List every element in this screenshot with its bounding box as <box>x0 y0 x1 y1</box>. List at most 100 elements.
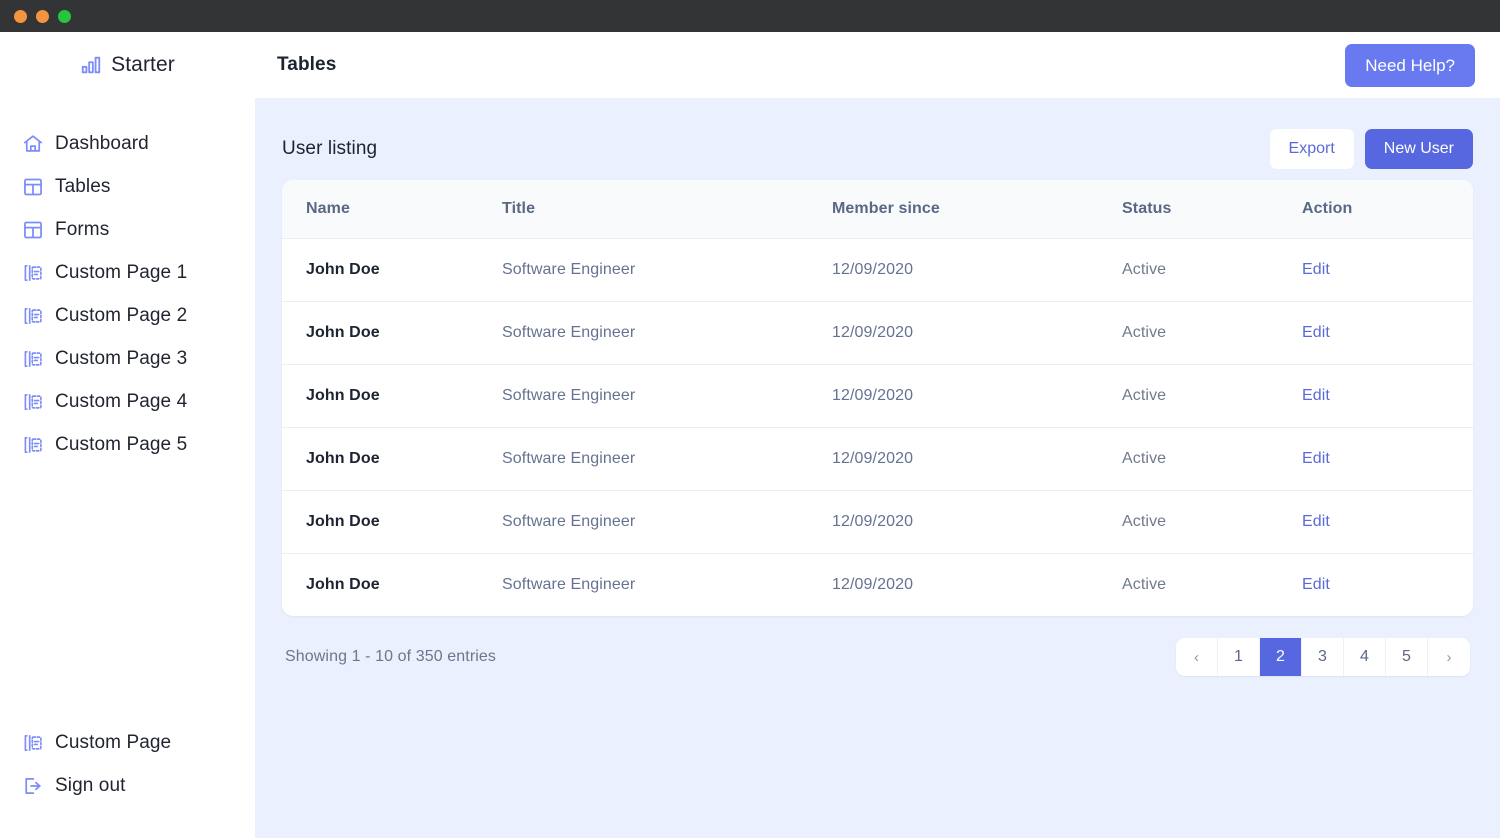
custom-page-icon <box>22 732 44 754</box>
sidebar-item-label: Tables <box>55 177 111 196</box>
sidebar-item-sign-out[interactable]: Sign out <box>0 764 255 807</box>
column-header-action: Action <box>1302 180 1473 239</box>
export-button[interactable]: Export <box>1270 129 1354 169</box>
home-icon <box>22 133 44 155</box>
edit-link[interactable]: Edit <box>1302 576 1330 593</box>
cell-name: John Doe <box>282 365 502 428</box>
need-help-button[interactable]: Need Help? <box>1345 44 1475 87</box>
table-head: Name Title Member since Status Action <box>282 180 1473 239</box>
content-area: User listing Export New User Name Title … <box>255 98 1500 838</box>
pagination-page-2[interactable]: 2 <box>1260 638 1302 676</box>
cell-name: John Doe <box>282 302 502 365</box>
cell-name: John Doe <box>282 239 502 302</box>
pagination-page-1[interactable]: 1 <box>1218 638 1260 676</box>
sidebar-item-label: Sign out <box>55 776 126 795</box>
cell-status: Active <box>1122 302 1302 365</box>
sidebar-item-custom-page-3[interactable]: Custom Page 3 <box>0 337 255 380</box>
cell-member-since: 12/09/2020 <box>832 239 1122 302</box>
user-listing-title: User listing <box>282 138 377 160</box>
listing-actions: Export New User <box>1270 129 1473 169</box>
sign-out-icon <box>22 775 44 797</box>
column-header-member-since: Member since <box>832 180 1122 239</box>
sidebar-item-custom-page-4[interactable]: Custom Page 4 <box>0 380 255 423</box>
column-header-name: Name <box>282 180 502 239</box>
sidebar-item-custom-page[interactable]: Custom Page <box>0 721 255 764</box>
window-dot-maximize[interactable] <box>58 10 71 23</box>
top-bar: Tables Need Help? <box>255 32 1500 98</box>
table-row[interactable]: John Doe Software Engineer 12/09/2020 Ac… <box>282 428 1473 491</box>
user-table: Name Title Member since Status Action Jo… <box>282 180 1473 616</box>
brand[interactable]: Starter <box>0 32 255 98</box>
table-row[interactable]: John Doe Software Engineer 12/09/2020 Ac… <box>282 302 1473 365</box>
cell-action: Edit <box>1302 428 1473 491</box>
cell-action: Edit <box>1302 554 1473 617</box>
window-titlebar <box>0 0 1500 32</box>
app-body: Starter Dashboard <box>0 32 1500 838</box>
cell-action: Edit <box>1302 302 1473 365</box>
custom-page-icon <box>22 262 44 284</box>
cell-status: Active <box>1122 239 1302 302</box>
table-header-row: Name Title Member since Status Action <box>282 180 1473 239</box>
pagination-page-3[interactable]: 3 <box>1302 638 1344 676</box>
sidebar-item-label: Custom Page 1 <box>55 263 187 282</box>
table-icon <box>22 176 44 198</box>
listing-header: User listing Export New User <box>282 98 1473 180</box>
cell-status: Active <box>1122 554 1302 617</box>
page-title: Tables <box>277 54 336 76</box>
cell-title: Software Engineer <box>502 302 832 365</box>
sidebar-item-tables[interactable]: Tables <box>0 165 255 208</box>
column-header-title: Title <box>502 180 832 239</box>
custom-page-icon <box>22 434 44 456</box>
showing-entries-label: Showing 1 - 10 of 350 entries <box>285 648 496 666</box>
pagination-page-4[interactable]: 4 <box>1344 638 1386 676</box>
sidebar-item-forms[interactable]: Forms <box>0 208 255 251</box>
sidebar-item-label: Custom Page <box>55 733 171 752</box>
brand-name: Starter <box>111 53 175 77</box>
sidebar-item-custom-page-5[interactable]: Custom Page 5 <box>0 423 255 466</box>
cell-name: John Doe <box>282 428 502 491</box>
user-table-card: Name Title Member since Status Action Jo… <box>282 180 1473 616</box>
cell-member-since: 12/09/2020 <box>832 491 1122 554</box>
sidebar-nav-bottom: Custom Page Sign out <box>0 721 255 838</box>
edit-link[interactable]: Edit <box>1302 513 1330 530</box>
cell-status: Active <box>1122 365 1302 428</box>
bar-chart-icon <box>80 54 102 76</box>
cell-title: Software Engineer <box>502 365 832 428</box>
sidebar-item-dashboard[interactable]: Dashboard <box>0 122 255 165</box>
sidebar-item-custom-page-2[interactable]: Custom Page 2 <box>0 294 255 337</box>
table-row[interactable]: John Doe Software Engineer 12/09/2020 Ac… <box>282 491 1473 554</box>
cell-member-since: 12/09/2020 <box>832 428 1122 491</box>
sidebar-item-label: Custom Page 3 <box>55 349 187 368</box>
cell-title: Software Engineer <box>502 491 832 554</box>
edit-link[interactable]: Edit <box>1302 450 1330 467</box>
cell-action: Edit <box>1302 491 1473 554</box>
pagination-page-5[interactable]: 5 <box>1386 638 1428 676</box>
table-icon <box>22 219 44 241</box>
pagination-next-button[interactable]: › <box>1428 638 1470 676</box>
cell-status: Active <box>1122 491 1302 554</box>
sidebar-item-custom-page-1[interactable]: Custom Page 1 <box>0 251 255 294</box>
cell-name: John Doe <box>282 491 502 554</box>
table-row[interactable]: John Doe Software Engineer 12/09/2020 Ac… <box>282 239 1473 302</box>
cell-action: Edit <box>1302 365 1473 428</box>
table-row[interactable]: John Doe Software Engineer 12/09/2020 Ac… <box>282 554 1473 617</box>
table-row[interactable]: John Doe Software Engineer 12/09/2020 Ac… <box>282 365 1473 428</box>
edit-link[interactable]: Edit <box>1302 324 1330 341</box>
window-dot-minimize[interactable] <box>36 10 49 23</box>
cell-member-since: 12/09/2020 <box>832 365 1122 428</box>
new-user-button[interactable]: New User <box>1365 129 1473 169</box>
cell-member-since: 12/09/2020 <box>832 302 1122 365</box>
window-dot-close[interactable] <box>14 10 27 23</box>
cell-action: Edit <box>1302 239 1473 302</box>
sidebar-nav: Dashboard Tables <box>0 122 255 466</box>
edit-link[interactable]: Edit <box>1302 261 1330 278</box>
table-footer: Showing 1 - 10 of 350 entries ‹ 1 2 3 4 … <box>282 616 1473 676</box>
cell-title: Software Engineer <box>502 428 832 491</box>
custom-page-icon <box>22 305 44 327</box>
app-window: Starter Dashboard <box>0 0 1500 838</box>
pagination-prev-button[interactable]: ‹ <box>1176 638 1218 676</box>
cell-name: John Doe <box>282 554 502 617</box>
column-header-status: Status <box>1122 180 1302 239</box>
edit-link[interactable]: Edit <box>1302 387 1330 404</box>
table-body: John Doe Software Engineer 12/09/2020 Ac… <box>282 239 1473 617</box>
